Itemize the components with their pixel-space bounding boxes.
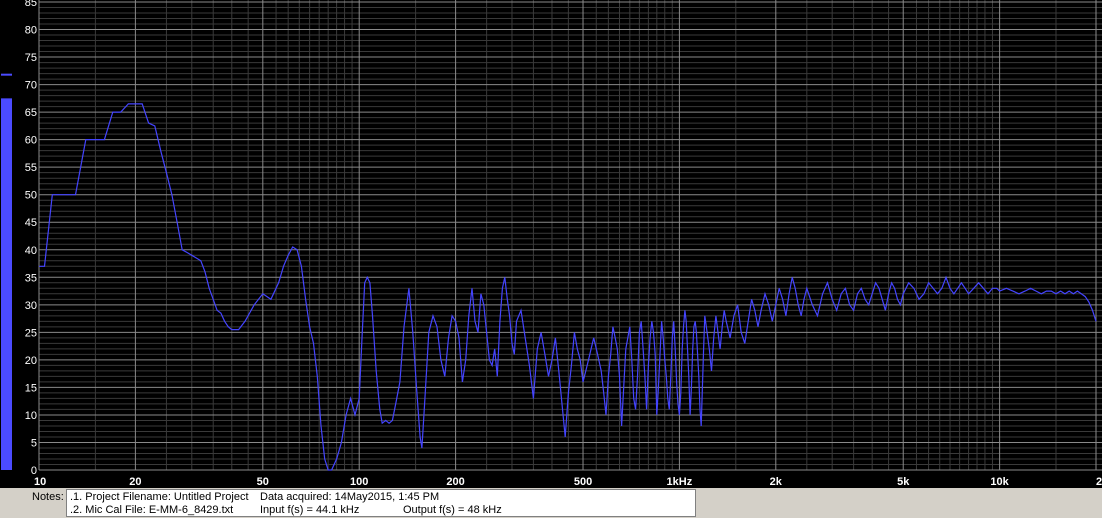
x-tick-label: 500 — [574, 476, 592, 488]
y-tick-label: 5 — [31, 437, 37, 449]
x-tick-label: 20 — [129, 476, 141, 488]
y-tick-label: 85 — [25, 0, 37, 9]
y-tick-label: 10 — [25, 410, 37, 422]
y-tick-label: 50 — [25, 190, 37, 202]
notes-label: Notes: — [32, 491, 64, 503]
x-tick-label: 5k — [897, 476, 910, 488]
y-tick-label: 35 — [25, 272, 37, 284]
level-meter — [1, 73, 12, 471]
x-tick-label: 100 — [350, 476, 368, 488]
note-project-filename: .1. Project Filename: Untitled Project — [70, 491, 249, 503]
x-tick-label: 2k — [770, 476, 783, 488]
x-tick-label: 1kHz — [667, 476, 693, 488]
chart-svg: 0510152025303540455055606570758085 10 20 5… — [0, 0, 1102, 488]
y-tick-label: 75 — [25, 52, 37, 64]
y-tick-label: 15 — [25, 382, 37, 394]
x-tick-label: 10 — [34, 476, 46, 488]
x-tick-label: 20k — [1096, 476, 1102, 488]
note-input-fs: Input f(s) = 44.1 kHz — [260, 504, 360, 516]
x-tick-label: 10k — [990, 476, 1009, 488]
notes-bar: Notes: .1. Project Filename: Untitled Pr… — [0, 488, 1102, 518]
note-mic-cal-file: .2. Mic Cal File: E-MM-6_8429.txt — [70, 504, 234, 516]
x-tick-label: 200 — [446, 476, 464, 488]
level-bar — [1, 98, 12, 471]
y-tick-label: 60 — [25, 135, 37, 147]
y-tick-label: 70 — [25, 80, 37, 92]
y-tick-label: 20 — [25, 355, 37, 367]
note-data-acquired: Data acquired: 14May2015, 1:45 PM — [260, 491, 440, 503]
y-tick-label: 30 — [25, 300, 37, 312]
level-marker — [1, 73, 12, 76]
y-tick-label: 65 — [25, 107, 37, 119]
y-tick-label: 80 — [25, 25, 37, 37]
frequency-response-plot: 0 5 10 15 20 25 30 35 40 45 50 55 60 65 70 75 80 85 10 20 5… — [0, 0, 1102, 488]
y-tick-label: 25 — [25, 327, 37, 339]
y-tick-label: 45 — [25, 217, 37, 229]
note-output-fs: Output f(s) = 48 kHz — [403, 504, 502, 516]
y-tick-label: 40 — [25, 245, 37, 257]
notes-box[interactable]: .1. Project Filename: Untitled Project D… — [66, 489, 696, 517]
y-tick-label: 55 — [25, 162, 37, 174]
x-tick-label: 50 — [257, 476, 269, 488]
